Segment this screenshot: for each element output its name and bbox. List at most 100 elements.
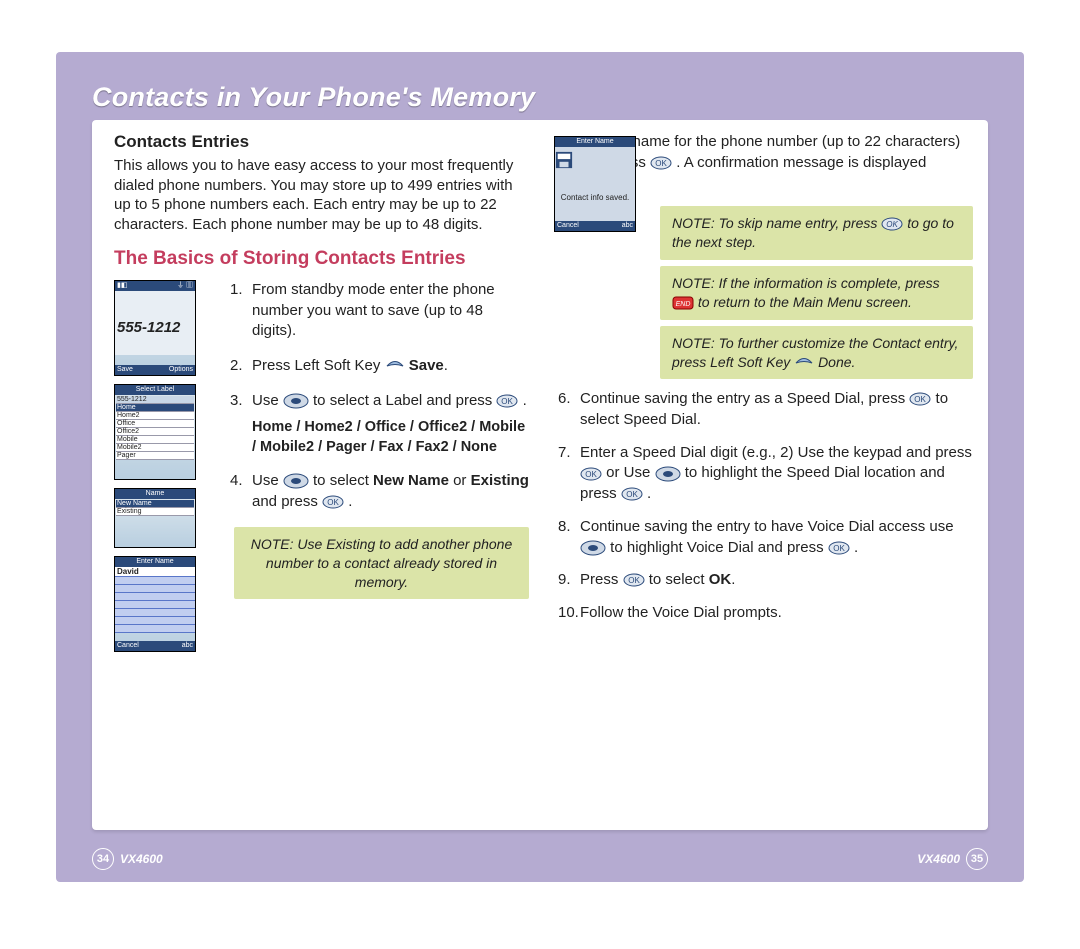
softkey-abc: abc: [182, 641, 193, 651]
model-label-right: VX4600: [917, 852, 960, 866]
page-body: Contacts Entries This allows you to have…: [92, 120, 988, 830]
phone-screenshot-right: Enter Name Contact info saved. Cancel abc: [554, 136, 636, 232]
step-4-post: and press: [252, 493, 322, 510]
step-9-ok: OK: [709, 571, 732, 588]
ok-icon: OK: [621, 487, 643, 501]
left-column: Contacts Entries This allows you to have…: [114, 132, 529, 660]
nav-icon: [283, 473, 309, 489]
confirmation-message: Contact info saved.: [555, 175, 635, 202]
note-a-pre: NOTE: To skip name entry, press: [672, 215, 881, 231]
end-icon: END: [672, 296, 694, 310]
svg-text:OK: OK: [887, 220, 899, 229]
page-header: Contacts in Your Phone's Memory: [92, 82, 535, 113]
step-4: 4. Use to select New Name or Existing an…: [230, 471, 529, 512]
step-10-text: Follow the Voice Dial prompts.: [580, 603, 782, 624]
title-enter-name-r: Enter Name: [555, 137, 635, 147]
step-8: 8. Continue saving the entry to have Voi…: [558, 517, 973, 558]
svg-text:OK: OK: [915, 395, 927, 404]
softkey-icon: [385, 359, 405, 373]
phone-screenshots-column: ▮◧⏚ ▥ 555-1212 SaveOptions Select Label …: [114, 280, 196, 660]
right-notes: NOTE: To skip name entry, press OK to go…: [660, 206, 973, 379]
step-3-post: .: [523, 392, 527, 409]
title-select-label: Select Label: [115, 385, 195, 395]
svg-text:OK: OK: [628, 576, 640, 585]
step-4-existing: Existing: [471, 472, 529, 489]
ok-icon: OK: [322, 495, 344, 509]
ok-icon: OK: [650, 156, 672, 170]
svg-text:OK: OK: [502, 397, 514, 406]
nav-icon: [283, 393, 309, 409]
step-3: 3. Use to select a Label and press OK . …: [230, 391, 529, 458]
softkey-save: Save: [117, 365, 133, 375]
step-3-mid: to select a Label and press: [313, 392, 496, 409]
softkey-options: Options: [169, 365, 193, 375]
ok-icon: OK: [828, 541, 850, 555]
step-7-b: or Use: [606, 464, 654, 481]
svg-text:END: END: [676, 301, 691, 308]
note-c-post: Done.: [818, 354, 855, 370]
label-mobile: Mobile: [116, 436, 194, 444]
step-2-pre: Press Left Soft Key: [252, 357, 385, 374]
svg-text:OK: OK: [833, 544, 845, 553]
label-mobile2: Mobile2: [116, 444, 194, 452]
step-9-b: to select: [649, 571, 709, 588]
step-4-or: or: [449, 472, 471, 489]
ok-icon: OK: [496, 394, 518, 408]
floppy-icon: [555, 151, 573, 169]
nav-icon: [580, 540, 606, 556]
dialer-number: 555-1212: [115, 291, 195, 336]
svg-text:OK: OK: [585, 470, 597, 479]
ok-icon: OK: [580, 467, 602, 481]
label-office: Office: [116, 420, 194, 428]
footer-right: VX4600 35: [917, 848, 988, 870]
manual-page-spread: Contacts in Your Phone's Memory Contacts…: [56, 52, 1024, 882]
right-column: Enter Name Contact info saved. Cancel abc…: [558, 132, 973, 636]
svg-text:OK: OK: [626, 490, 638, 499]
entered-name: David: [115, 567, 195, 577]
step-4-newname: New Name: [373, 472, 449, 489]
nav-icon: [655, 466, 681, 482]
step-3-pre: Use: [252, 392, 283, 409]
title-enter-name: Enter Name: [115, 557, 195, 567]
label-pager: Pager: [116, 452, 194, 460]
svg-text:OK: OK: [655, 159, 667, 168]
step-2-save: Save: [409, 357, 444, 374]
right-steps-bottom: 6. Continue saving the entry as a Speed …: [558, 389, 973, 623]
step-6: 6. Continue saving the entry as a Speed …: [558, 389, 973, 430]
label-home2: Home2: [116, 412, 194, 420]
note-existing: NOTE: Use Existing to add another phone …: [234, 527, 529, 600]
note-c-pre: NOTE: To further customize the Contact e…: [672, 335, 958, 370]
step-4-pre: Use: [252, 472, 283, 489]
step-1: 1.From standby mode enter the phone numb…: [230, 280, 529, 342]
ok-icon: OK: [909, 392, 931, 406]
step-10: 10.Follow the Voice Dial prompts.: [558, 603, 973, 624]
step-7-a: Enter a Speed Dial digit (e.g., 2) Use t…: [580, 444, 972, 461]
softkey-cancel-r: Cancel: [557, 221, 579, 231]
phone-screenshot-1: ▮◧⏚ ▥ 555-1212 SaveOptions: [114, 280, 196, 376]
option-existing: Existing: [116, 508, 194, 516]
left-steps: 1.From standby mode enter the phone numb…: [212, 280, 529, 599]
note-skip-name: NOTE: To skip name entry, press OK to go…: [660, 206, 973, 260]
step-4-mid: to select: [313, 472, 373, 489]
footer-left: 34 VX4600: [92, 848, 163, 870]
label-number: 555-1212: [116, 396, 194, 404]
step-8-b: to highlight Voice Dial and press: [610, 539, 828, 556]
step-1-text: From standby mode enter the phone number…: [252, 280, 529, 342]
softkey-cancel: Cancel: [117, 641, 139, 651]
step-6-a: Continue saving the entry as a Speed Dia…: [580, 390, 909, 407]
phone-screenshot-2: Select Label 555-1212 Home Home2 Office …: [114, 384, 196, 480]
note-b-pre: NOTE: If the information is complete, pr…: [672, 275, 940, 291]
title-name: Name: [115, 489, 195, 499]
heading-basics: The Basics of Storing Contacts Entries: [114, 248, 529, 270]
page-number-left: 34: [92, 848, 114, 870]
phone-screenshot-4: Enter Name David Cancel abc: [114, 556, 196, 652]
page-number-right: 35: [966, 848, 988, 870]
label-options: Home / Home2 / Office / Office2 / Mobile…: [252, 417, 529, 457]
svg-text:OK: OK: [327, 498, 339, 507]
ok-icon: OK: [881, 217, 903, 231]
option-new-name: New Name: [116, 500, 194, 508]
softkey-icon: [794, 356, 814, 370]
softkey-abc-r: abc: [622, 221, 633, 231]
step-8-a: Continue saving the entry to have Voice …: [580, 518, 954, 535]
model-label-left: VX4600: [120, 852, 163, 866]
